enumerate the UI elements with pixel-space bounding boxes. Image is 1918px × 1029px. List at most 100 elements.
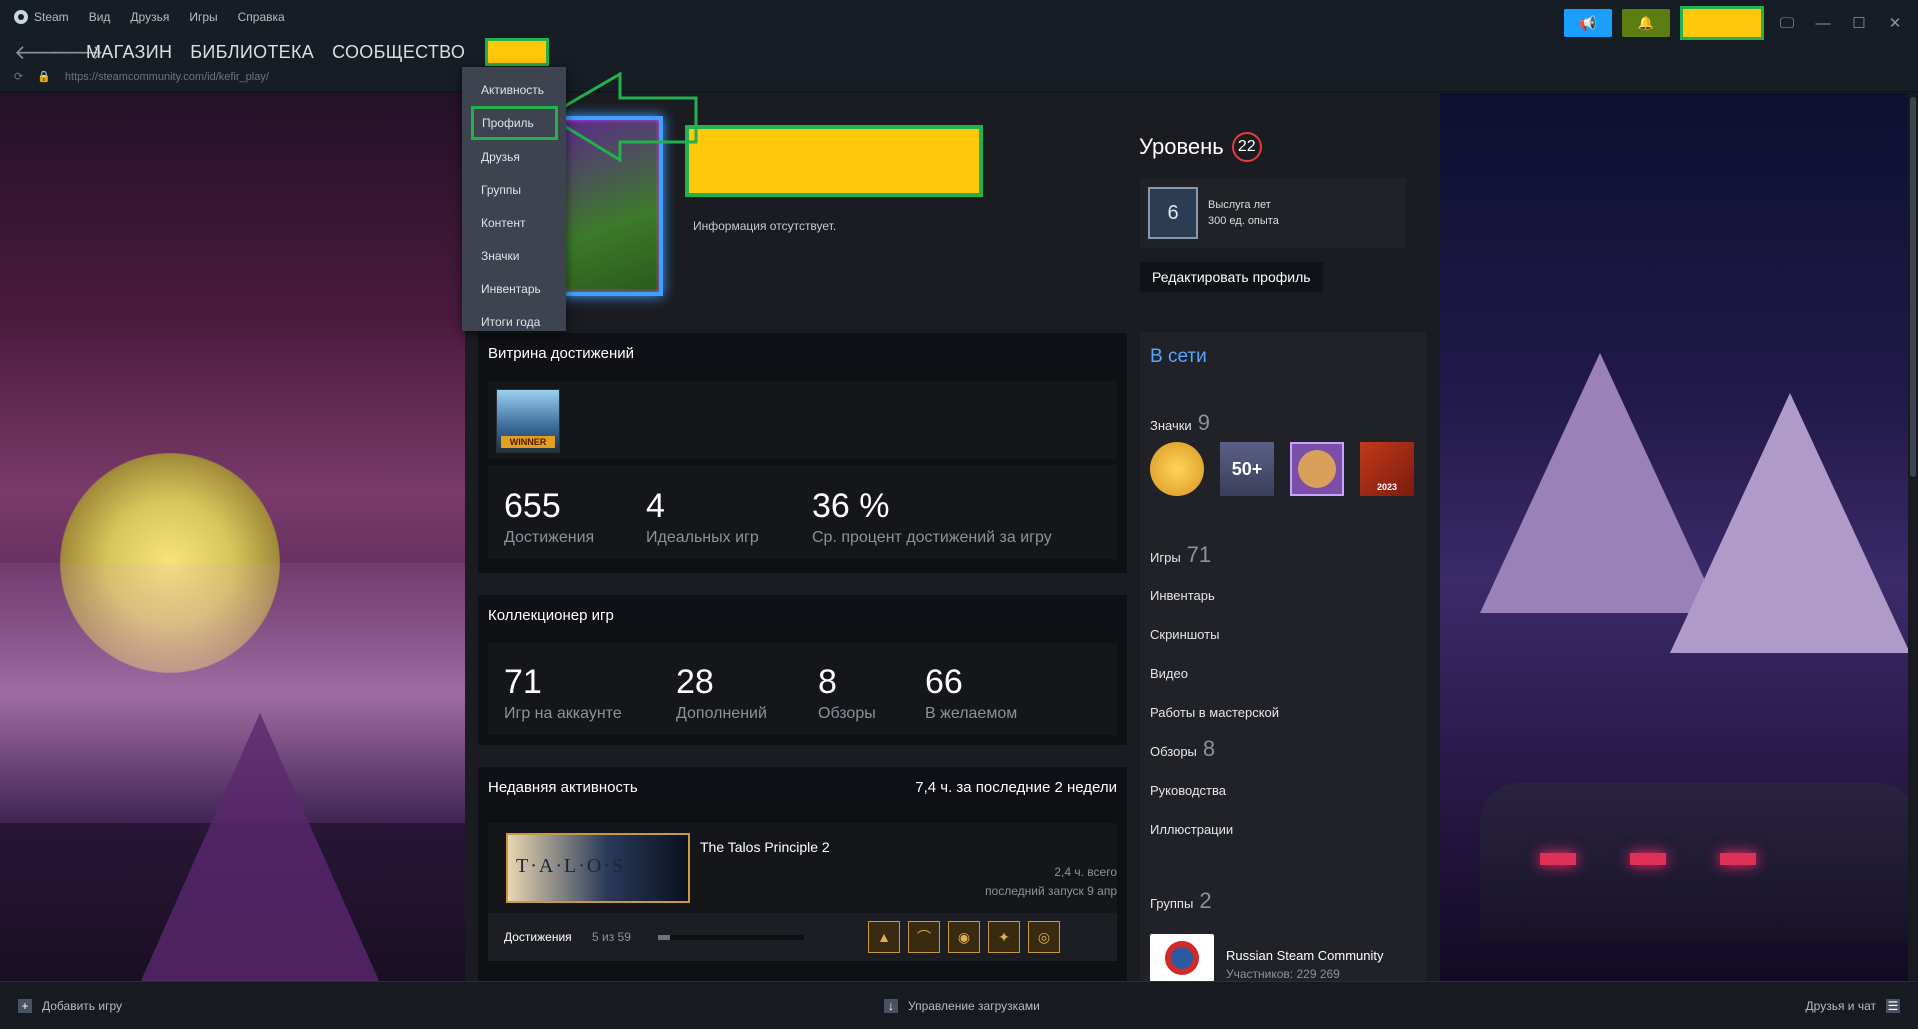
profile-sidebar: В сети Значки 9 50+ 2023 Игры 71 Инвентарь… — [1140, 332, 1426, 982]
maximize-icon[interactable]: ☐ — [1846, 9, 1872, 37]
dropdown-content[interactable]: Контент — [462, 206, 566, 239]
back-arrow-icon[interactable]: 🡐 — [14, 40, 68, 65]
screenshots-link[interactable]: Скриншоты — [1150, 627, 1219, 642]
taillight-art — [1630, 853, 1666, 865]
stat-num: 4 — [646, 487, 665, 525]
stat-label: В желаемом — [925, 705, 1018, 722]
stat-wishlist[interactable]: 66 В желаемом — [925, 663, 1017, 723]
dropdown-profile[interactable]: Профиль — [471, 106, 558, 140]
plus-icon: + — [18, 999, 32, 1013]
stat-games[interactable]: 71 Игр на аккаунте — [504, 663, 676, 723]
stat-dlc[interactable]: 28 Дополнений — [676, 663, 818, 723]
stat-perfect-games[interactable]: 4 Идеальных игр — [646, 487, 812, 547]
notifications-button[interactable]: 🔔 — [1622, 9, 1670, 37]
game-last-played: последний запуск 9 апр — [985, 884, 1117, 898]
menu-help[interactable]: Справка — [238, 10, 285, 24]
achievements-progress-fill — [658, 935, 671, 940]
recent-title: Недавняя активность — [488, 778, 638, 796]
guides-link[interactable]: Руководства — [1150, 783, 1226, 798]
scrollbar[interactable] — [1908, 93, 1918, 981]
level-badge[interactable]: 22 — [1231, 132, 1262, 162]
cookie-badge-icon[interactable] — [1290, 442, 1344, 496]
games-label: Игры — [1150, 550, 1181, 565]
groups-link[interactable]: Группы 2 — [1150, 888, 1212, 914]
achievement-globe-icon[interactable]: ◎ — [1028, 921, 1060, 953]
game-cover-title: T·A·L·O·S — [516, 855, 626, 877]
reload-icon[interactable]: ⟳ — [14, 70, 23, 83]
stat-num: 36 % — [812, 487, 890, 525]
big-picture-icon[interactable]: 🖵 — [1774, 9, 1800, 37]
achievement-thumbnail[interactable]: WINNER — [496, 389, 560, 453]
cookie-art — [1298, 450, 1336, 488]
badge-list: 50+ 2023 — [1150, 442, 1414, 496]
dropdown-friends[interactable]: Друзья — [462, 140, 566, 173]
nav-library[interactable]: БИБЛИОТЕКА — [190, 42, 314, 63]
dropdown-activity[interactable]: Активность — [462, 73, 566, 106]
inventory-link[interactable]: Инвентарь — [1150, 588, 1215, 603]
stat-achievements[interactable]: 655 Достижения — [504, 487, 646, 547]
stat-label: Достижения — [504, 529, 595, 546]
game-achievements-row: Достижения 5 из 59 ▲ ⌒ ◉ ✦ ◎ — [488, 913, 1117, 961]
achievement-tower-icon[interactable]: ▲ — [868, 921, 900, 953]
stat-num: 655 — [504, 487, 561, 525]
achievement-coin-icon[interactable]: ◉ — [948, 921, 980, 953]
fifty-plus-badge-icon[interactable]: 50+ — [1220, 442, 1274, 496]
profile-dropdown-menu: Активность Профиль Друзья Группы Контент… — [462, 67, 566, 331]
scrollbar-thumb[interactable] — [1910, 97, 1916, 477]
recent-activity: Недавняя активность 7,4 ч. за последние … — [478, 767, 1127, 981]
minimize-icon[interactable]: — — [1810, 9, 1836, 37]
videos-link[interactable]: Видео — [1150, 666, 1188, 681]
add-game-button[interactable]: + Добавить игру — [18, 999, 122, 1013]
nav-store[interactable]: МАГАЗИН — [86, 42, 172, 63]
steam-menu-label: Steam — [34, 10, 69, 24]
stat-avg-completion[interactable]: 36 % Ср. процент достижений за игру — [812, 487, 1052, 547]
recent-game-row[interactable]: T·A·L·O·S The Talos Principle 2 2,4 ч. в… — [488, 823, 1117, 913]
years-of-service-badge[interactable]: 6 Выслуга лет 300 ед. опыта — [1140, 178, 1406, 248]
reviews-link[interactable]: Обзоры 8 — [1150, 736, 1215, 762]
game-cover[interactable]: T·A·L·O·S — [506, 833, 690, 903]
year-2023-badge-icon[interactable]: 2023 — [1360, 442, 1414, 496]
friends-chat-button[interactable]: Друзья и чат ☰ — [1806, 999, 1900, 1013]
dropdown-badges[interactable]: Значки — [462, 239, 566, 272]
road-art — [140, 713, 380, 981]
game-name[interactable]: The Talos Principle 2 — [700, 839, 830, 855]
workshop-link[interactable]: Работы в мастерской — [1150, 705, 1279, 720]
collector-header: Коллекционер игр — [478, 595, 1127, 635]
nav-username[interactable] — [485, 38, 550, 66]
taillight-art — [1720, 853, 1756, 865]
stat-num: 66 — [925, 663, 963, 701]
coin-badge-icon[interactable] — [1150, 442, 1204, 496]
forward-arrow-icon[interactable]: 🡒 — [50, 40, 104, 65]
achievement-compass-icon[interactable]: ✦ — [988, 921, 1020, 953]
artwork-link[interactable]: Иллюстрации — [1150, 822, 1233, 837]
profile-summary: Информация отсутствует. — [693, 219, 837, 233]
group-item[interactable]: Russian Steam Community Участников: 229 … — [1150, 934, 1384, 982]
nav-community[interactable]: СООБЩЕСТВО — [332, 42, 465, 63]
account-menu-button[interactable] — [1680, 6, 1764, 40]
bell-icon: 🔔 — [1637, 15, 1655, 30]
achievement-bridge-icon[interactable]: ⌒ — [908, 921, 940, 953]
profile-background-right — [1440, 93, 1918, 981]
steam-menu[interactable]: Steam — [14, 10, 69, 24]
dropdown-year-review[interactable]: Итоги года — [462, 305, 566, 338]
achievement-showcase: Витрина достижений WINNER 655 Достижения … — [478, 333, 1127, 573]
close-icon[interactable]: ✕ — [1882, 9, 1908, 37]
menu-view[interactable]: Вид — [89, 10, 111, 24]
games-link[interactable]: Игры 71 — [1150, 542, 1211, 568]
dropdown-inventory[interactable]: Инвентарь — [462, 272, 566, 305]
profile-name-redacted — [685, 125, 983, 197]
announcements-button[interactable]: 📢 — [1564, 9, 1612, 37]
url-text: https://steamcommunity.com/id/kefir_play… — [64, 70, 269, 83]
menu-friends[interactable]: Друзья — [130, 10, 169, 24]
badges-count: 9 — [1197, 410, 1210, 435]
stat-label: Идеальных игр — [646, 529, 759, 546]
badges-link[interactable]: Значки 9 — [1150, 410, 1210, 436]
stat-label: Обзоры — [818, 705, 876, 722]
downloads-button[interactable]: ↓ Управление загрузками — [884, 999, 1040, 1013]
xp-value: 300 ед. опыта — [1208, 215, 1279, 227]
menu-games[interactable]: Игры — [189, 10, 217, 24]
dropdown-groups[interactable]: Группы — [462, 173, 566, 206]
edit-profile-button[interactable]: Редактировать профиль — [1140, 262, 1323, 292]
group-text: Russian Steam Community Участников: 229 … — [1226, 934, 1384, 981]
stat-reviews[interactable]: 8 Обзоры — [818, 663, 925, 723]
